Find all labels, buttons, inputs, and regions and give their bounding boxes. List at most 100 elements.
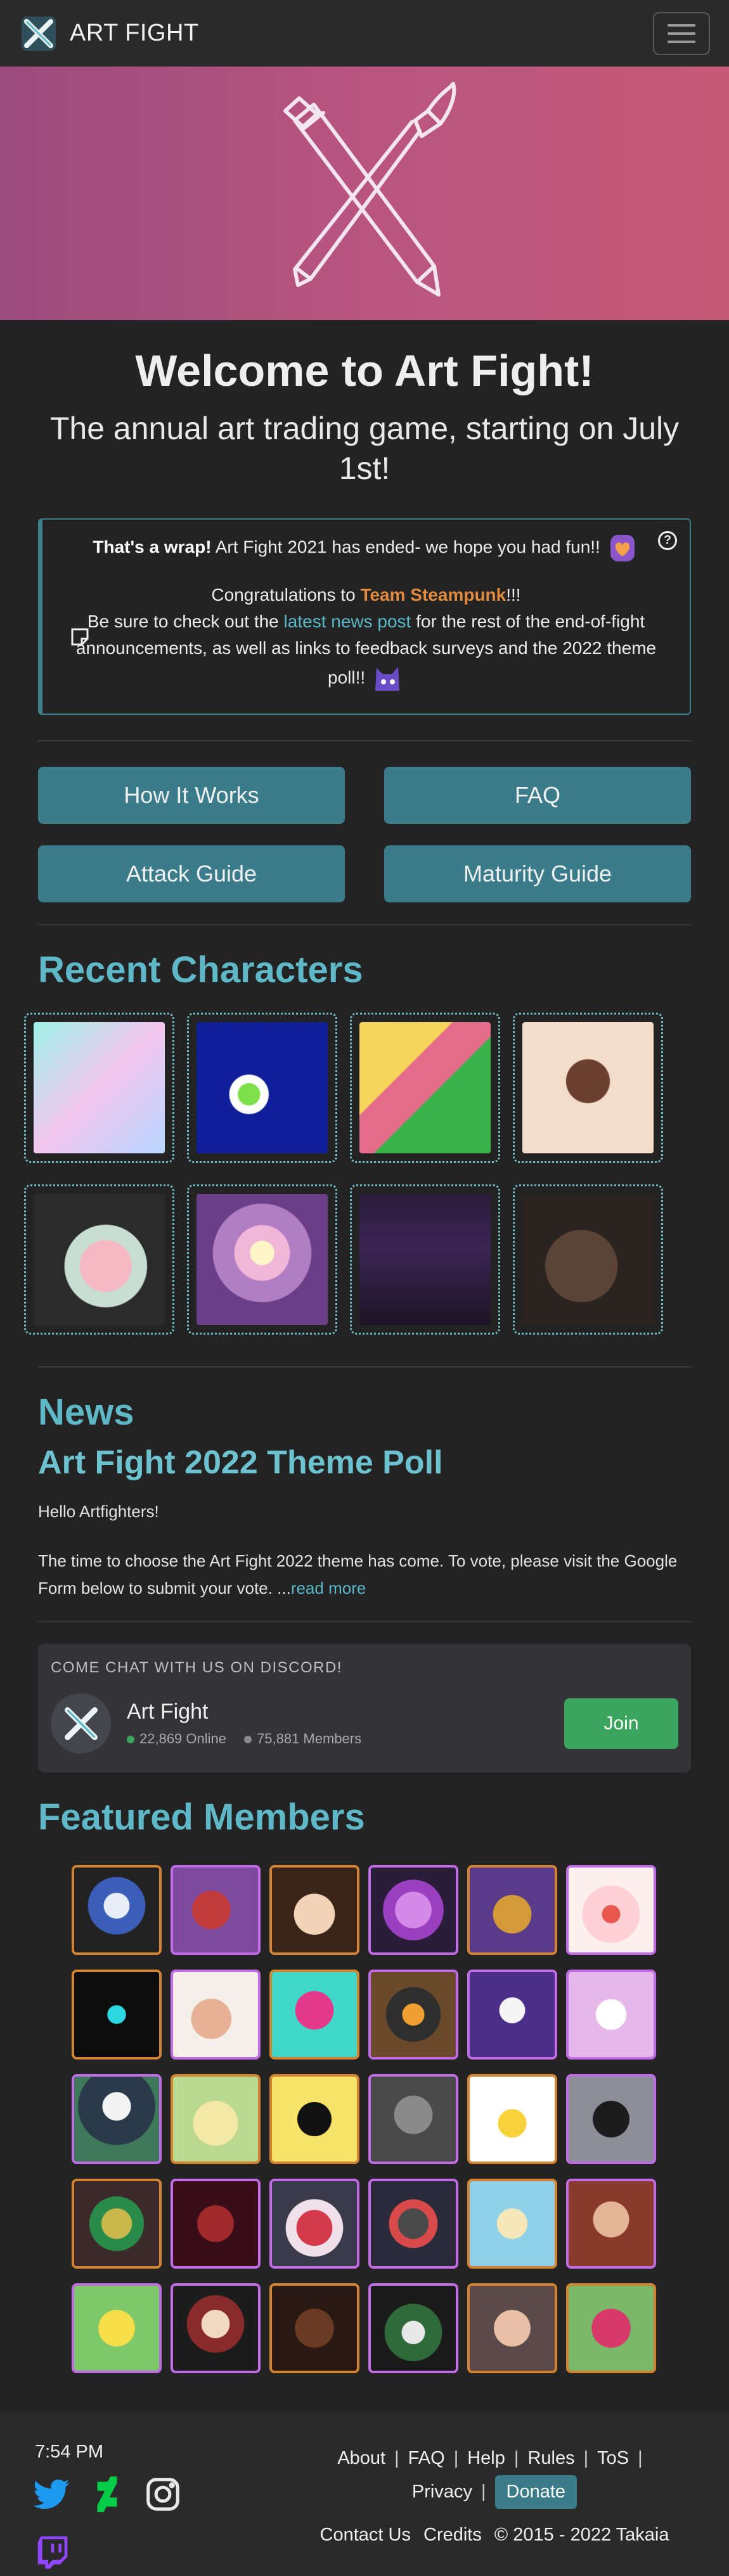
sticky-note-icon — [71, 628, 89, 646]
tos-link[interactable]: ToS — [597, 2448, 629, 2468]
announcement-box: ? That's a wrap! Art Fight 2021 has ende… — [38, 518, 691, 715]
character-card[interactable] — [350, 1012, 500, 1163]
rules-link[interactable]: Rules — [527, 2448, 574, 2468]
member-avatar[interactable] — [72, 2073, 162, 2164]
heart-emoji-icon — [610, 535, 635, 561]
member-avatar[interactable] — [72, 2283, 162, 2373]
member-avatar[interactable] — [72, 1969, 162, 2060]
about-link[interactable]: About — [337, 2448, 385, 2468]
credits-link[interactable]: Credits — [423, 2525, 482, 2545]
news-body: Hello Artfighters! The time to choose th… — [38, 1498, 691, 1603]
check-text: Be sure to check out the — [87, 612, 284, 631]
member-avatar[interactable] — [566, 2283, 656, 2373]
character-card[interactable] — [350, 1184, 500, 1335]
footer-time: 7:54 PM — [35, 2441, 103, 2462]
privacy-link[interactable]: Privacy — [412, 2482, 472, 2502]
member-avatar[interactable] — [467, 2283, 557, 2373]
footer: 7:54 PM About | FAQ | Help | Rules | ToS | Privac… — [0, 2411, 729, 2576]
brand-link[interactable]: ART FIGHT — [19, 14, 199, 53]
member-avatar[interactable] — [171, 2073, 261, 2164]
character-card[interactable] — [24, 1184, 174, 1335]
maturity-guide-button[interactable]: Maturity Guide — [384, 845, 691, 902]
discord-server-name: Art Fight — [127, 1700, 209, 1724]
character-card[interactable] — [187, 1184, 337, 1335]
wrap-text: Art Fight 2021 has ended- we hope you ha… — [211, 537, 600, 557]
faq-button[interactable]: FAQ — [384, 767, 691, 824]
navbar: ART FIGHT — [0, 0, 729, 67]
hero-banner — [0, 67, 729, 320]
cat-emoji-icon — [375, 667, 399, 691]
member-avatar[interactable] — [467, 2178, 557, 2269]
member-avatar[interactable] — [566, 2073, 656, 2164]
read-more-link[interactable]: read more — [291, 1579, 366, 1598]
hamburger-icon[interactable] — [653, 11, 710, 55]
character-card[interactable] — [513, 1012, 663, 1163]
contact-link[interactable]: Contact Us — [320, 2525, 411, 2545]
member-avatar[interactable] — [368, 1864, 458, 1955]
character-card[interactable] — [513, 1184, 663, 1335]
member-avatar[interactable] — [269, 2283, 359, 2373]
news-post-title[interactable]: Art Fight 2022 Theme Poll — [38, 1443, 691, 1482]
divider — [38, 740, 691, 741]
member-avatar[interactable] — [566, 1969, 656, 2060]
member-avatar[interactable] — [269, 2178, 359, 2269]
member-avatar[interactable] — [467, 1864, 557, 1955]
attack-guide-button[interactable]: Attack Guide — [38, 845, 345, 902]
member-avatar[interactable] — [269, 1864, 359, 1955]
crossed-pen-brush-icon — [283, 82, 456, 297]
featured-members-grid — [72, 1864, 729, 2373]
discord-server-icon — [51, 1693, 111, 1754]
twitter-icon[interactable] — [32, 2475, 71, 2514]
welcome-section: Welcome to Art Fight! The annual art tra… — [0, 320, 729, 501]
member-avatar[interactable] — [368, 2073, 458, 2164]
member-avatar[interactable] — [566, 1864, 656, 1955]
instagram-icon[interactable] — [143, 2475, 183, 2514]
news-greeting: Hello Artfighters! — [38, 1501, 159, 1521]
brand-text: ART FIGHT — [70, 20, 199, 46]
latest-news-link[interactable]: latest news post — [284, 612, 411, 631]
help-link[interactable]: Help — [467, 2448, 505, 2468]
member-avatar[interactable] — [171, 2283, 261, 2373]
recent-characters-grid — [24, 1012, 729, 1335]
copyright-text: © 2015 - 2022 Takaia — [494, 2525, 669, 2546]
wrap-bold: That's a wrap! — [93, 537, 212, 557]
character-card[interactable] — [24, 1012, 174, 1163]
art-fight-logo — [22, 16, 56, 51]
member-count: 75,881 Members — [244, 1731, 361, 1747]
member-avatar[interactable] — [467, 2073, 557, 2164]
member-avatar[interactable] — [171, 1969, 261, 2060]
congrats-post: !!! — [506, 585, 521, 605]
twitch-icon[interactable] — [35, 2535, 70, 2570]
how-it-works-button[interactable]: How It Works — [38, 767, 345, 824]
member-avatar[interactable] — [368, 1969, 458, 2060]
divider — [38, 1366, 691, 1368]
member-avatar[interactable] — [566, 2178, 656, 2269]
character-card[interactable] — [187, 1012, 337, 1163]
divider — [38, 924, 691, 925]
member-avatar[interactable] — [171, 2178, 261, 2269]
member-avatar[interactable] — [72, 1864, 162, 1955]
member-avatar[interactable] — [467, 1969, 557, 2060]
team-name: Team Steampunk — [360, 585, 506, 605]
guide-buttons: How It Works FAQ Attack Guide Maturity G… — [38, 767, 691, 902]
help-icon[interactable]: ? — [658, 531, 677, 550]
featured-members-title: Featured Members — [38, 1797, 365, 1838]
member-avatar[interactable] — [368, 2283, 458, 2373]
member-avatar[interactable] — [171, 1864, 261, 1955]
member-avatar[interactable] — [368, 2178, 458, 2269]
member-avatar[interactable] — [269, 2073, 359, 2164]
member-avatar[interactable] — [269, 1969, 359, 2060]
member-avatar[interactable] — [72, 2178, 162, 2269]
donate-button[interactable]: Donate — [494, 2475, 577, 2509]
page-title: Welcome to Art Fight! — [135, 346, 594, 395]
deviantart-icon[interactable] — [87, 2475, 127, 2514]
congrats-text: Congratulations to — [211, 585, 361, 605]
page-subtitle: The annual art trading game, starting on… — [49, 411, 680, 486]
divider — [38, 1621, 691, 1623]
footer-links: About | FAQ | Help | Rules | ToS | Privacy | Donate… — [319, 2447, 669, 2546]
discord-widget: COME CHAT WITH US ON DISCORD! Art Fight … — [38, 1644, 691, 1773]
recent-characters-title: Recent Characters — [38, 949, 363, 990]
discord-join-button[interactable]: Join — [564, 1698, 678, 1749]
faq-link[interactable]: FAQ — [408, 2448, 445, 2468]
news-section-title: News — [38, 1391, 134, 1433]
